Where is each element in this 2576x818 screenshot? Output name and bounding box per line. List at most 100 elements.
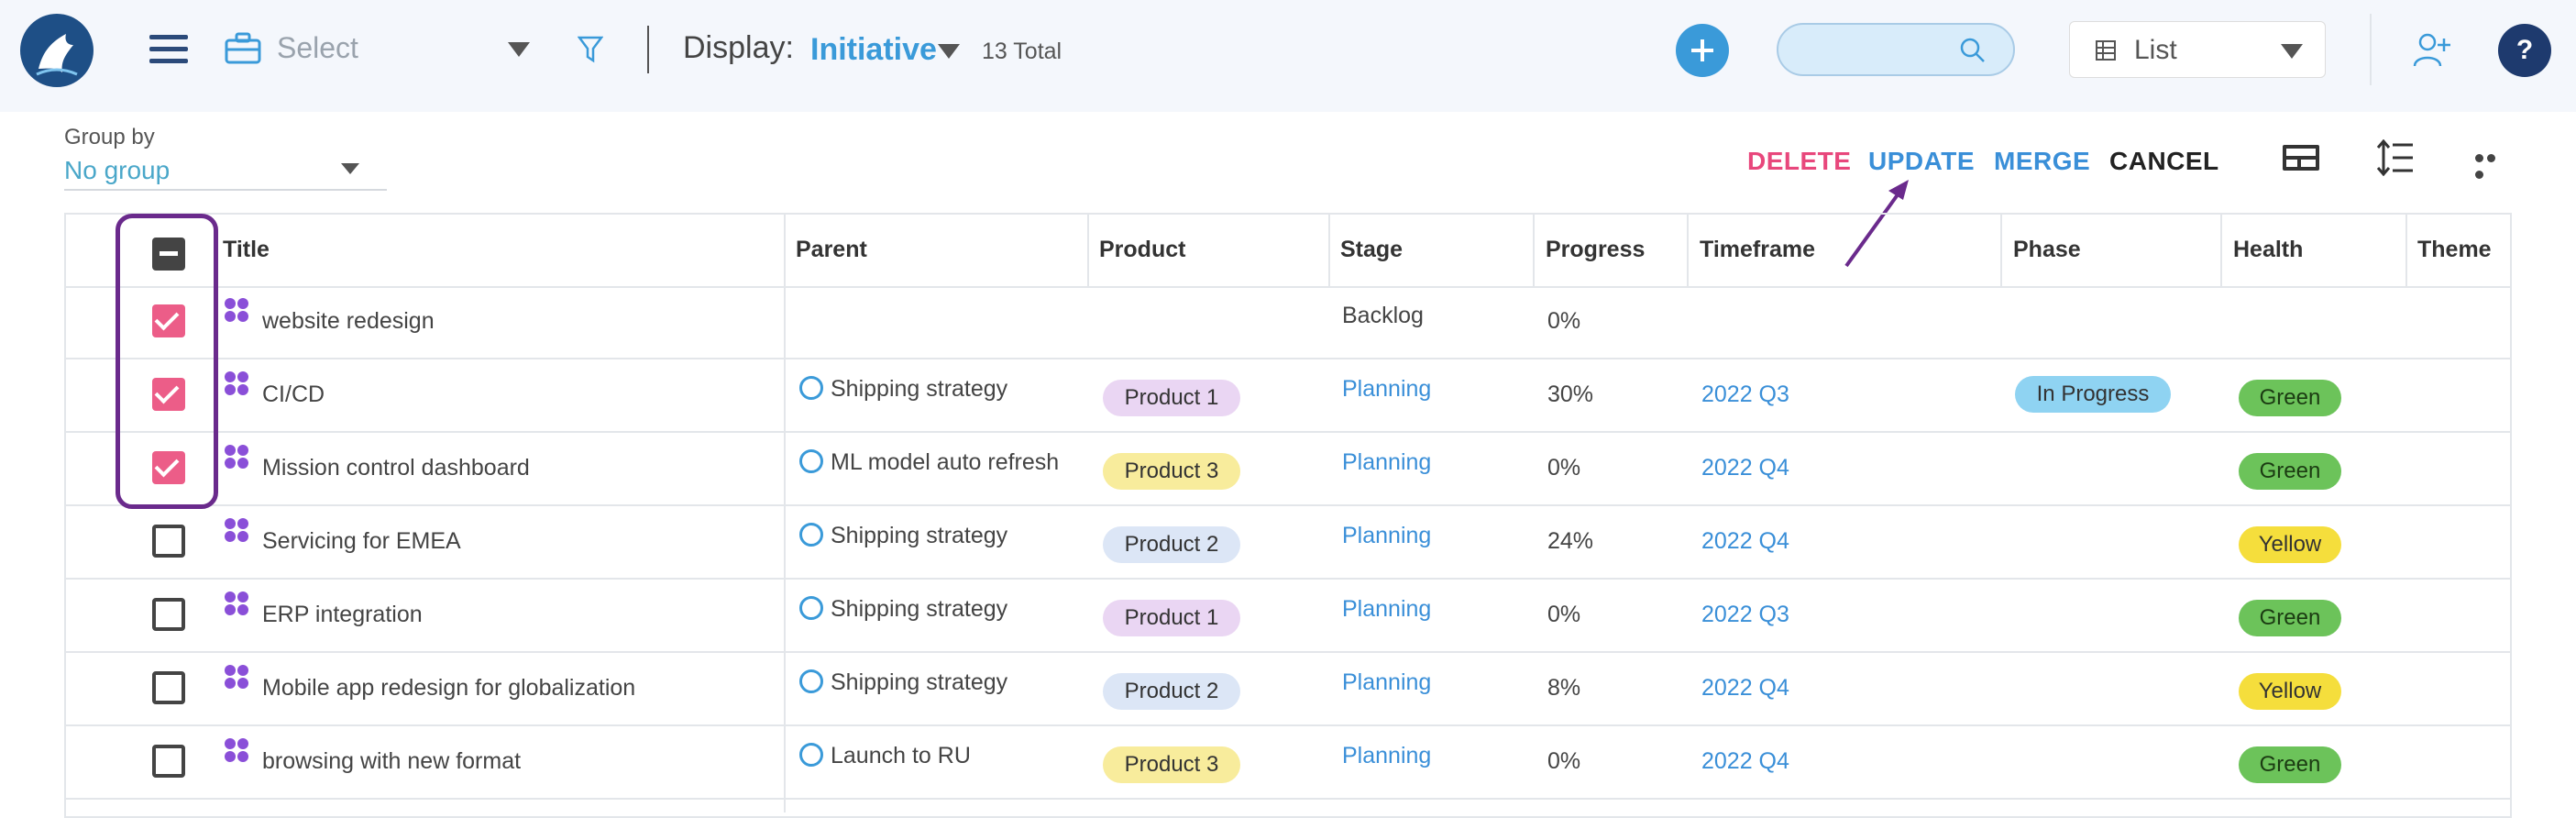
row-divider — [66, 724, 2512, 726]
row-timeframe[interactable]: 2022 Q4 — [1701, 528, 1789, 555]
column-header-health[interactable]: Health — [2233, 237, 2303, 263]
row-progress: 0% — [1547, 602, 1581, 627]
goal-icon — [799, 376, 823, 400]
column-divider — [1328, 213, 1330, 288]
table-icon — [2096, 40, 2116, 61]
menu-icon[interactable] — [149, 35, 188, 64]
briefcase-icon[interactable] — [224, 31, 262, 66]
health-badge: Green — [2239, 380, 2341, 416]
merge-button[interactable]: MERGE — [1994, 147, 2090, 176]
row-checkbox[interactable] — [152, 598, 185, 631]
search-input[interactable] — [1777, 23, 2015, 76]
initiative-icon — [224, 444, 249, 470]
add-user-icon[interactable] — [2413, 31, 2451, 68]
row-timeframe[interactable]: 2022 Q4 — [1701, 455, 1789, 481]
row-divider — [66, 286, 2512, 288]
product-badge: Product 1 — [1103, 380, 1240, 416]
column-divider — [2405, 213, 2407, 288]
workspace-select[interactable]: Select — [277, 31, 358, 65]
row-progress: 24% — [1547, 528, 1594, 554]
view-select[interactable]: List — [2069, 21, 2326, 78]
display-label: Display: — [683, 30, 794, 65]
row-timeframe[interactable]: 2022 Q4 — [1701, 675, 1789, 702]
health-badge: Green — [2239, 746, 2341, 783]
column-divider — [784, 288, 786, 812]
row-parent[interactable]: ML model auto refresh — [831, 449, 1059, 476]
row-stage[interactable]: Planning — [1342, 523, 1431, 549]
row-divider — [66, 431, 2512, 433]
goal-icon — [799, 669, 823, 693]
view-select-value: List — [2134, 35, 2177, 65]
column-divider — [2220, 213, 2222, 288]
group-by-underline — [64, 189, 387, 191]
column-divider — [2000, 213, 2002, 288]
row-divider — [66, 504, 2512, 506]
column-header-parent[interactable]: Parent — [796, 237, 867, 263]
help-button[interactable]: ? — [2498, 24, 2551, 77]
row-timeframe[interactable]: 2022 Q3 — [1701, 381, 1789, 408]
card-layout-icon[interactable] — [2283, 145, 2319, 171]
column-divider — [1087, 213, 1089, 288]
delete-button[interactable]: DELETE — [1747, 147, 1851, 176]
row-title[interactable]: CI/CD — [262, 381, 325, 408]
search-icon[interactable] — [1958, 36, 1987, 65]
row-parent[interactable]: Shipping strategy — [831, 596, 1007, 623]
row-stage[interactable]: Planning — [1342, 743, 1431, 769]
row-title[interactable]: Mobile app redesign for globalization — [262, 675, 635, 702]
filter-icon[interactable] — [577, 35, 604, 64]
initiatives-table — [64, 213, 2512, 818]
row-title[interactable]: ERP integration — [262, 602, 423, 628]
column-divider — [784, 213, 786, 288]
row-checkbox[interactable] — [152, 671, 185, 704]
row-stage[interactable]: Planning — [1342, 376, 1431, 403]
row-parent[interactable]: Shipping strategy — [831, 669, 1007, 696]
chevron-down-icon[interactable] — [2281, 44, 2303, 59]
goal-icon — [799, 596, 823, 620]
chevron-down-icon[interactable] — [938, 44, 960, 59]
display-dropdown[interactable]: Initiative — [810, 32, 937, 68]
row-checkbox[interactable] — [152, 745, 185, 778]
row-progress: 30% — [1547, 381, 1594, 407]
row-title[interactable]: browsing with new format — [262, 748, 521, 775]
row-timeframe[interactable]: 2022 Q4 — [1701, 748, 1789, 775]
product-badge: Product 2 — [1103, 526, 1240, 563]
row-stage[interactable]: Backlog — [1342, 303, 1424, 329]
row-stage[interactable]: Planning — [1342, 669, 1431, 696]
add-button[interactable] — [1676, 24, 1729, 77]
more-icon[interactable] — [2475, 150, 2508, 179]
divider — [2370, 14, 2372, 85]
chevron-down-icon[interactable] — [508, 42, 530, 57]
row-parent[interactable]: Shipping strategy — [831, 376, 1007, 403]
row-stage[interactable]: Planning — [1342, 449, 1431, 476]
app-logo[interactable] — [20, 14, 94, 87]
initiative-icon — [224, 517, 249, 543]
update-button[interactable]: UPDATE — [1868, 147, 1975, 176]
cancel-button[interactable]: CANCEL — [2109, 147, 2219, 176]
row-title[interactable]: Servicing for EMEA — [262, 528, 461, 555]
column-header-timeframe[interactable]: Timeframe — [1700, 237, 1815, 263]
column-header-title[interactable]: Title — [223, 237, 270, 263]
row-timeframe[interactable]: 2022 Q3 — [1701, 602, 1789, 628]
column-header-stage[interactable]: Stage — [1340, 237, 1403, 263]
row-height-icon[interactable] — [2376, 138, 2415, 177]
row-stage[interactable]: Planning — [1342, 596, 1431, 623]
chevron-down-icon[interactable] — [341, 163, 359, 174]
row-checkbox[interactable] — [152, 525, 185, 558]
row-parent[interactable]: Launch to RU — [831, 743, 971, 769]
row-divider — [66, 798, 2512, 800]
product-badge: Product 3 — [1103, 746, 1240, 783]
column-header-phase[interactable]: Phase — [2013, 237, 2081, 263]
column-header-product[interactable]: Product — [1099, 237, 1185, 263]
row-title[interactable]: website redesign — [262, 308, 435, 335]
row-progress: 0% — [1547, 455, 1581, 481]
group-by-select[interactable]: No group — [64, 156, 170, 185]
column-header-theme[interactable]: Theme — [2417, 237, 2492, 263]
column-header-progress[interactable]: Progress — [1546, 237, 1645, 263]
row-title[interactable]: Mission control dashboard — [262, 455, 530, 481]
row-parent[interactable]: Shipping strategy — [831, 523, 1007, 549]
row-progress: 8% — [1547, 675, 1581, 701]
initiative-icon — [224, 591, 249, 616]
product-badge: Product 1 — [1103, 600, 1240, 636]
total-count: 13 Total — [982, 39, 1062, 64]
row-divider — [66, 358, 2512, 359]
